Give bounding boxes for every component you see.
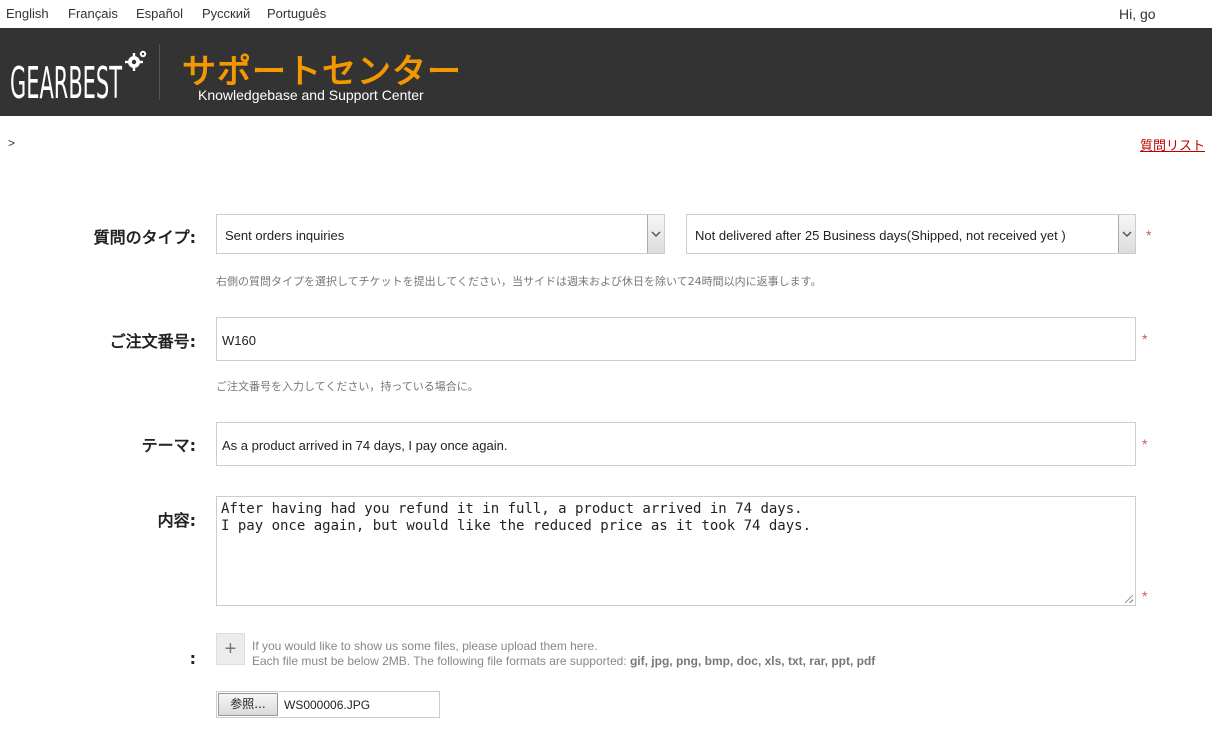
lang-portuguese[interactable]: Português [267, 6, 326, 21]
question-type-label: 質問のタイプ: [93, 228, 196, 247]
order-number-label: ご注文番号: [109, 332, 196, 351]
order-number-hint: ご注文番号を入力してください，持っている場合に。 [216, 380, 479, 393]
upload-formats: gif, jpg, png, bmp, doc, xls, txt, rar, … [629, 654, 876, 668]
dropdown-arrow[interactable] [647, 215, 664, 253]
site-header: GEARBEST サポートセンター Knowledgebase and Supp… [0, 28, 1212, 116]
required-mark: * [1146, 227, 1152, 243]
support-center-title: サポートセンター [182, 52, 462, 92]
content-label: 内容: [157, 511, 196, 530]
gearbest-logo[interactable]: GEARBEST [10, 42, 150, 109]
content-textarea[interactable]: After having had you refund it in full, … [216, 496, 1136, 606]
question-type-hint: 右側の質問タイプを選択してチケットを提出してください，当サイドは週末および休日を… [216, 275, 822, 288]
question-type-select[interactable]: Sent orders inquiries [216, 214, 665, 254]
question-subtype-select[interactable]: Not delivered after 25 Business days(Shi… [686, 214, 1136, 254]
lang-russian[interactable]: Русский [202, 6, 250, 21]
upload-size-note: Each file must be below 2MB. The followi… [252, 654, 630, 668]
lang-french[interactable]: Français [68, 6, 118, 21]
selected-file-name: WS000006.JPG [284, 698, 371, 712]
logo-text: GEARBEST [10, 58, 122, 104]
order-number-input[interactable]: W160 [216, 317, 1136, 361]
order-number-value: W160 [222, 333, 256, 348]
add-file-button[interactable]: + [216, 633, 245, 665]
required-mark: * [1142, 588, 1148, 604]
upload-requirements: Each file must be below 2MB. The followi… [252, 654, 875, 668]
dropdown-arrow[interactable] [1118, 215, 1135, 253]
theme-input[interactable]: As a product arrived in 74 days, I pay o… [216, 422, 1136, 466]
breadcrumb: > [8, 136, 16, 150]
file-input[interactable]: 参照... WS000006.JPG [216, 691, 440, 718]
lang-spanish[interactable]: Español [136, 6, 183, 21]
header-divider [159, 44, 160, 100]
theme-value: As a product arrived in 74 days, I pay o… [222, 438, 508, 453]
gear-icon [125, 50, 147, 71]
required-mark: * [1142, 331, 1148, 347]
question-list-link[interactable]: 質問リスト [1140, 135, 1205, 154]
question-type-value: Sent orders inquiries [225, 228, 345, 243]
chevron-down-icon [1122, 231, 1132, 238]
language-bar: English Français Español Русский Portugu… [0, 0, 1212, 28]
attachment-label: : [189, 649, 196, 668]
theme-label: テーマ: [141, 436, 196, 455]
upload-instructions: If you would like to show us some files,… [252, 639, 598, 653]
content-line: I pay once again, but would like the red… [221, 518, 812, 534]
content-line: After having had you refund it in full, … [221, 501, 803, 517]
chevron-down-icon [651, 231, 661, 238]
resize-grip-icon[interactable] [1125, 595, 1133, 603]
question-subtype-value: Not delivered after 25 Business days(Shi… [695, 228, 1066, 243]
required-mark: * [1142, 436, 1148, 452]
lang-english[interactable]: English [6, 6, 49, 21]
support-center-subtitle: Knowledgebase and Support Center [198, 87, 424, 103]
user-greeting[interactable]: Hi, go [1119, 6, 1156, 22]
browse-button[interactable]: 参照... [218, 693, 278, 716]
